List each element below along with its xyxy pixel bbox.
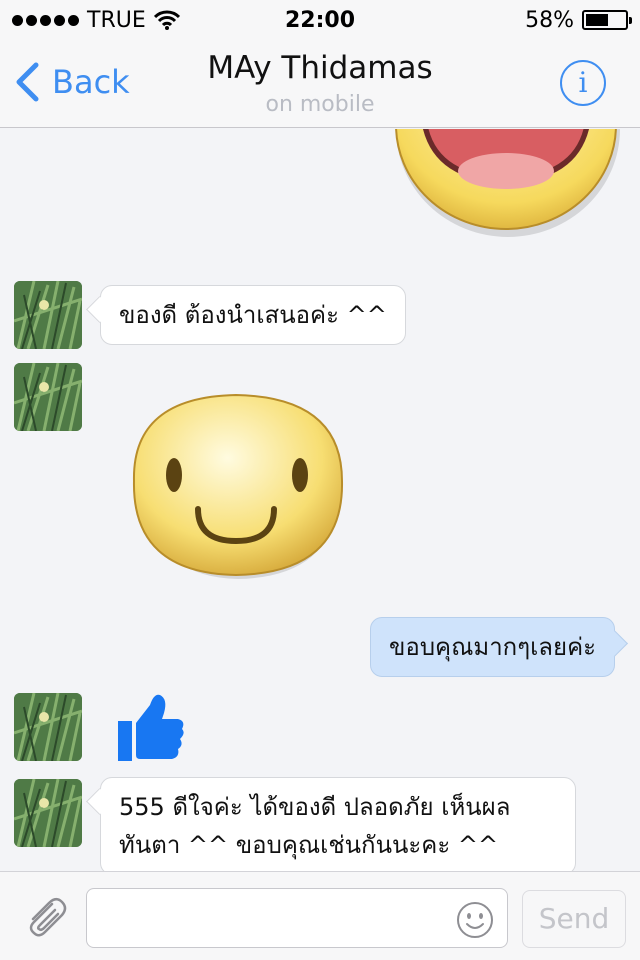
avatar[interactable]	[14, 779, 82, 847]
avatar[interactable]	[14, 281, 82, 349]
message-text-line: ทันตา ^^ ขอบคุณเช่นกันนะคะ ^^	[119, 831, 499, 859]
signal-strength-icon	[12, 14, 79, 26]
message-text-line: 555 ดีใจค่ะ ได้ของดี ปลอดภัย เห็นผล	[119, 793, 511, 821]
emoji-icon[interactable]	[456, 901, 494, 939]
outgoing-message-bubble[interactable]: ขอบคุณมากๆเลยค่ะ	[370, 617, 616, 677]
status-bar: TRUE 22:00 58%	[0, 0, 640, 40]
avatar-plant-image	[14, 779, 82, 847]
battery-fill	[586, 14, 609, 26]
paperclip-icon[interactable]	[22, 894, 68, 940]
incoming-message-bubble[interactable]: ของดี ต้องนำเสนอค่ะ ^^	[100, 285, 406, 345]
send-button[interactable]: Send	[522, 890, 626, 948]
avatar[interactable]	[14, 363, 82, 431]
avatar[interactable]	[14, 693, 82, 761]
wifi-icon	[153, 10, 180, 30]
avatar-plant-image	[14, 363, 82, 431]
contact-name: MAy Thidamas	[207, 50, 433, 86]
thumbs-up-icon[interactable]	[116, 691, 186, 763]
avatar-plant-image	[14, 693, 82, 761]
status-right: 58%	[525, 7, 632, 33]
status-left: TRUE	[12, 8, 180, 33]
message-text: ขอบคุณมากๆเลยค่ะ	[389, 633, 597, 661]
battery-percent: 58%	[525, 7, 574, 33]
battery-icon	[582, 10, 632, 30]
message-composer: Send	[0, 871, 640, 960]
nav-bar: Back MAy Thidamas on mobile i	[0, 40, 640, 128]
message-text: ของดี ต้องนำเสนอค่ะ ^^	[119, 301, 387, 329]
info-icon: i	[578, 66, 588, 99]
avatar-plant-image	[14, 281, 82, 349]
message-input[interactable]	[86, 888, 508, 948]
incoming-message-bubble[interactable]: 555 ดีใจค่ะ ได้ของดี ปลอดภัย เห็นผล ทันต…	[100, 777, 576, 871]
presence-status: on mobile	[265, 92, 375, 117]
carrier-name: TRUE	[87, 7, 146, 33]
laughing-face-sticker[interactable]	[392, 129, 624, 239]
smiling-face-sticker[interactable]	[128, 391, 350, 583]
info-button[interactable]: i	[560, 60, 606, 106]
chat-thread[interactable]: ของดี ต้องนำเสนอค่ะ ^^ ขอบคุณมากๆเลยค่ะ	[0, 129, 640, 871]
